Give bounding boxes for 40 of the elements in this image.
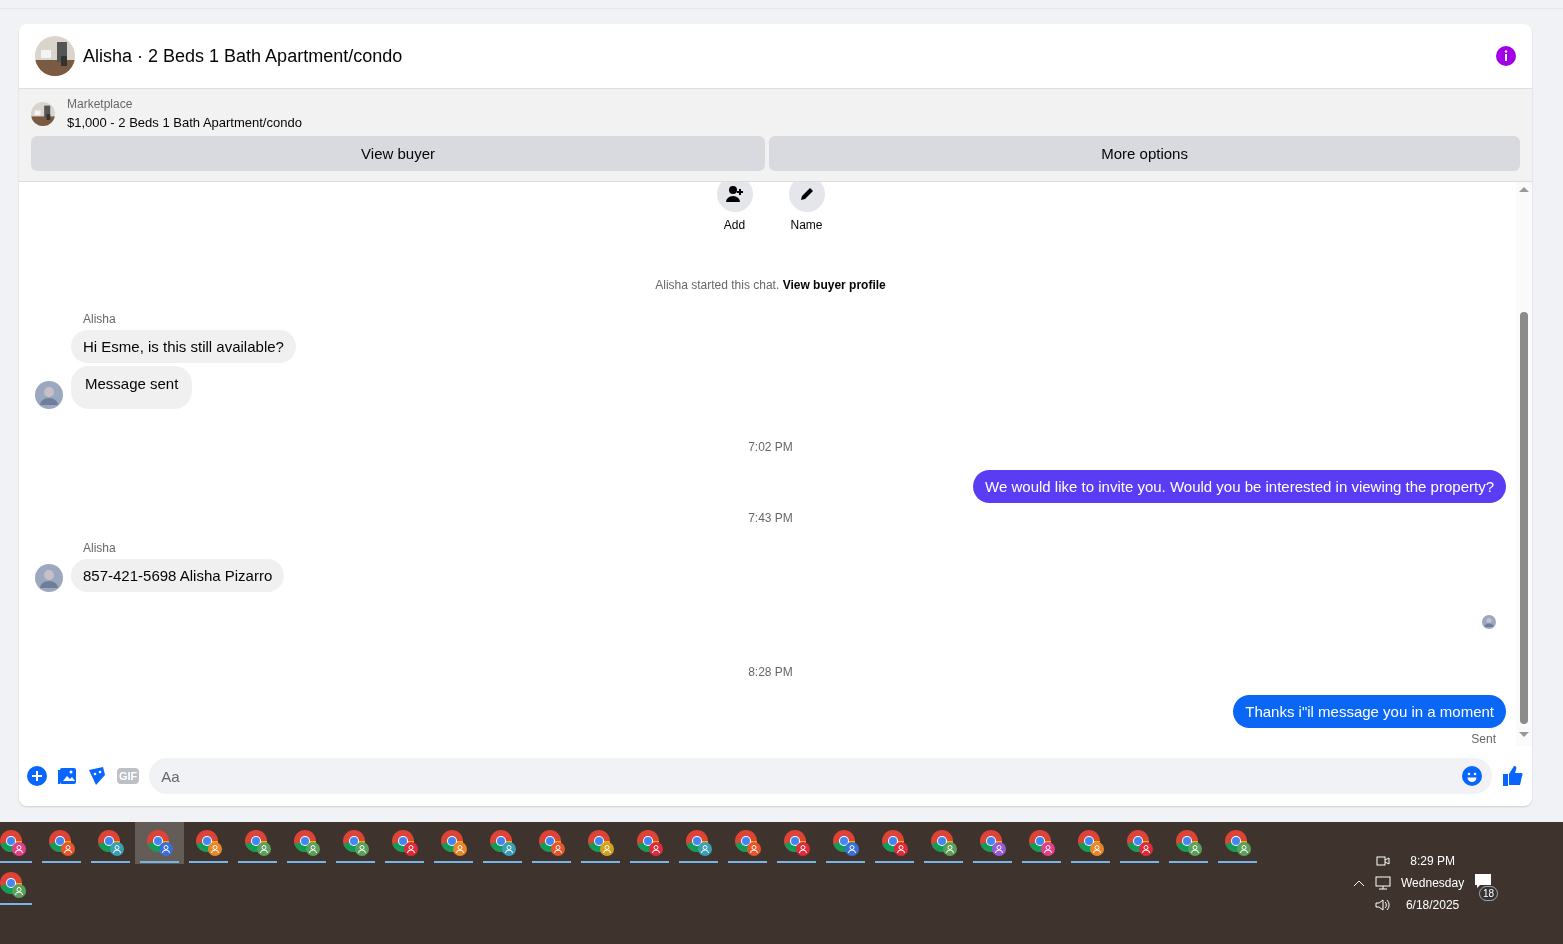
camera-icon[interactable] bbox=[1376, 854, 1390, 868]
listing-button[interactable]: View buyer bbox=[31, 136, 766, 171]
add-person-icon bbox=[725, 186, 744, 202]
chevron-up-icon[interactable] bbox=[1353, 879, 1365, 887]
info-icon[interactable] bbox=[1496, 46, 1516, 66]
avatar bbox=[1482, 615, 1496, 629]
timestamp: 7:02 PM bbox=[747, 440, 794, 454]
chat-notice: Alisha started this chat. View buyer profile bbox=[654, 278, 887, 292]
message-status: Sent bbox=[1471, 732, 1496, 746]
clock-day: Wednesday bbox=[1401, 876, 1465, 890]
pencil-icon bbox=[798, 186, 815, 202]
sticker-icon[interactable] bbox=[87, 766, 107, 786]
message-bubble: 857-421-5698 Alisha Pizarro bbox=[71, 559, 285, 592]
timestamp: 7:43 PM bbox=[747, 511, 794, 525]
message-field[interactable]: Aa bbox=[149, 758, 1492, 794]
notification-icon[interactable] bbox=[1474, 873, 1493, 889]
listing-summary: $1,000 - 2 Beds 1 Bath Apartment/condo bbox=[67, 115, 302, 130]
chat-title: Alisha · 2 Beds 1 Bath Apartment/condo bbox=[83, 45, 404, 67]
listing-button[interactable]: More options bbox=[769, 136, 1520, 171]
notification-count: 18 bbox=[1479, 886, 1499, 901]
sender-name: Alisha bbox=[83, 312, 117, 326]
plus-icon[interactable] bbox=[27, 766, 47, 786]
sender-name: Alisha bbox=[83, 541, 117, 555]
message-bubble: Thanks i"il message you in a moment bbox=[1233, 695, 1506, 728]
message-bubble: Hi Esme, is this still available? bbox=[71, 330, 296, 363]
message-bubble: Message sent bbox=[71, 366, 193, 409]
avatar bbox=[35, 381, 63, 409]
thumbs-up-icon[interactable] bbox=[1502, 765, 1524, 787]
timestamp: 8:28 PM bbox=[747, 665, 794, 679]
listing-source: Marketplace bbox=[67, 97, 134, 111]
message-bubble: We would like to invite you. Would you be interested in viewing the property? bbox=[973, 470, 1506, 503]
taskbar-app[interactable] bbox=[135, 822, 184, 864]
image-icon[interactable] bbox=[57, 766, 77, 786]
network-icon[interactable] bbox=[1375, 876, 1391, 890]
emoji-icon[interactable] bbox=[1462, 766, 1482, 786]
clock-time: 8:29 PM bbox=[1410, 854, 1455, 868]
speaker-icon[interactable] bbox=[1375, 898, 1391, 912]
buyer-profile-link[interactable]: View buyer profile bbox=[782, 278, 886, 292]
avatar bbox=[35, 564, 63, 592]
clock-date: 6/18/2025 bbox=[1405, 898, 1460, 912]
